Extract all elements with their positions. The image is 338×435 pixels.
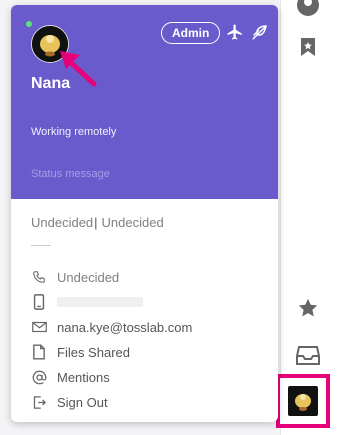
admin-badge: Admin xyxy=(161,22,221,44)
phone-value: Undecided xyxy=(57,269,120,285)
profile-header: Admin Nana Working remotely Status messa… xyxy=(11,5,278,199)
email-value[interactable]: nana.kye@tosslab.com xyxy=(57,320,192,335)
files-shared-label[interactable]: Files Shared xyxy=(57,345,130,360)
mobile-icon xyxy=(31,294,47,310)
airplane-icon[interactable] xyxy=(226,23,244,41)
summary-row: Undecided| Undecided xyxy=(31,215,164,230)
phone-row: Undecided xyxy=(31,267,271,287)
phone-icon xyxy=(31,269,47,285)
dnd-leaf-icon[interactable] xyxy=(251,23,269,41)
sign-out-row[interactable]: Sign Out xyxy=(31,392,271,412)
mail-icon xyxy=(31,319,47,335)
status-text: Working remotely xyxy=(31,126,117,138)
rail-user-avatar[interactable] xyxy=(276,374,330,428)
summary-field-a: Undecided xyxy=(31,215,94,230)
star-icon[interactable] xyxy=(293,293,323,323)
mentions-label[interactable]: Mentions xyxy=(57,370,110,385)
user-avatar xyxy=(288,386,318,416)
mobile-row xyxy=(31,292,271,312)
annotation-arrow-icon xyxy=(60,51,97,87)
sign-out-label[interactable]: Sign Out xyxy=(57,395,108,410)
profile-card: Admin Nana Working remotely Status messa… xyxy=(11,5,278,422)
bookmark-icon[interactable] xyxy=(293,32,323,62)
online-indicator xyxy=(26,21,32,27)
signout-icon xyxy=(31,394,47,410)
divider xyxy=(31,245,51,246)
files-shared-row[interactable]: Files Shared xyxy=(31,342,271,362)
summary-separator: | xyxy=(94,215,98,230)
inbox-icon[interactable] xyxy=(293,340,323,370)
email-row: nana.kye@tosslab.com xyxy=(31,317,271,337)
at-icon xyxy=(31,369,47,385)
right-rail xyxy=(280,0,338,435)
profile-icon[interactable] xyxy=(293,0,323,20)
file-icon xyxy=(31,344,47,360)
summary-field-b: Undecided xyxy=(101,215,164,230)
mobile-value xyxy=(57,297,143,307)
mentions-row[interactable]: Mentions xyxy=(31,367,271,387)
status-message-input[interactable]: Status message xyxy=(31,168,110,180)
